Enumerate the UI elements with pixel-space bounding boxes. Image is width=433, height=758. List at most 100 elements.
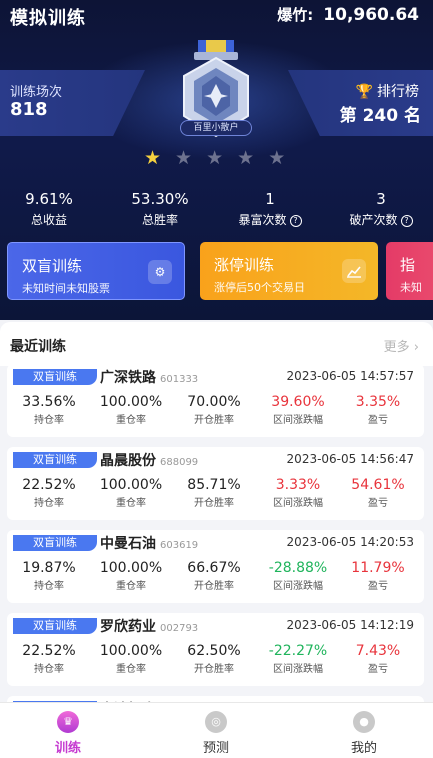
metric-label: 重仓率 — [116, 415, 146, 426]
mode-title: 指 — [400, 256, 416, 274]
stock-name: 中曼石油 — [100, 536, 156, 552]
firecracker-label: 爆竹: — [277, 6, 314, 24]
metric-value: -22.27% — [268, 643, 328, 659]
metric: 62.50% 开仓胜率 — [175, 643, 253, 675]
metric: 100.00% 重仓率 — [92, 643, 170, 675]
recent-header: 最近训练 更多 › — [0, 322, 433, 366]
star-empty-icon: ★ — [268, 147, 286, 169]
training-record-card[interactable]: 双盲训练 广深铁路 601333 2023-06-05 14:57:57 33.56% 持… — [7, 364, 424, 437]
user-icon: ● — [353, 711, 375, 733]
metric-value: 100.00% — [99, 477, 163, 493]
metric-label: 盈亏 — [368, 664, 388, 675]
metric-label: 区间涨跌幅 — [273, 664, 323, 675]
metric: 100.00% 重仓率 — [92, 477, 170, 509]
firecracker-value: 10,960.64 — [323, 5, 419, 25]
compass-icon: ◎ — [205, 711, 227, 733]
metric-label: 盈亏 — [368, 581, 388, 592]
training-time: 2023-06-05 14:20:53 — [286, 535, 414, 549]
blind-training-card[interactable]: 双盲训练 未知时间未知股票 ⚙ — [7, 242, 185, 300]
trophy-icon: 🏆 — [355, 84, 373, 100]
metric: 66.67% 开仓胜率 — [175, 560, 253, 592]
tab-label: 预测 — [202, 741, 229, 756]
stock-code: 601333 — [160, 374, 199, 385]
stat-label: 总胜率 — [141, 213, 178, 227]
stock-name: 广深铁路 — [100, 370, 156, 386]
metric: 11.79% 盈亏 — [339, 560, 417, 592]
stock-name-row: 罗欣药业 002793 — [100, 616, 198, 636]
metric-value: 11.79% — [351, 560, 405, 576]
metric: -28.88% 区间涨跌幅 — [259, 560, 337, 592]
stock-name: 罗欣药业 — [100, 619, 156, 635]
metric-label: 持仓率 — [34, 664, 64, 675]
metric-value: 100.00% — [99, 560, 163, 576]
metric-value: 62.50% — [187, 643, 241, 659]
recent-title: 最近训练 — [10, 339, 66, 355]
metric-value: 85.71% — [187, 477, 241, 493]
star-rating: ★ ★ ★ ★ ★ — [144, 148, 285, 168]
metric: -22.27% 区间涨跌幅 — [259, 643, 337, 675]
help-icon[interactable]: ? — [289, 215, 302, 227]
stat-label: 暴富次数 — [238, 213, 287, 227]
star-empty-icon: ★ — [237, 147, 255, 169]
stock-name: 晶晨股份 — [100, 453, 156, 469]
star-filled-icon: ★ — [144, 147, 162, 169]
stat-label: 总收益 — [30, 213, 67, 227]
training-record-card[interactable]: 双盲训练 晶晨股份 688099 2023-06-05 14:56:47 22.52% 持… — [7, 447, 424, 520]
metric: 22.52% 持仓率 — [10, 477, 88, 509]
tab-training[interactable]: ♛ 训练 — [28, 711, 108, 756]
training-time: 2023-06-05 14:57:57 — [286, 369, 414, 383]
stat-label: 破产次数 — [349, 213, 398, 227]
metric-label: 区间涨跌幅 — [273, 581, 323, 592]
chevron-right-icon: › — [413, 340, 419, 355]
metric-label: 持仓率 — [34, 498, 64, 509]
mode-tag: 双盲训练 — [13, 369, 97, 385]
ranking-value: 第 240 名 — [339, 106, 421, 126]
sessions-label: 训练场次 — [10, 85, 63, 100]
metric: 54.61% 盈亏 — [339, 477, 417, 509]
stats-row: 9.61% 总收益 53.30% 总胜率 1 暴富次数? 3 破产次数? — [0, 190, 433, 230]
metric-label: 开仓胜率 — [194, 664, 234, 675]
metric: 70.00% 开仓胜率 — [175, 394, 253, 426]
stat-value: 3 — [376, 190, 386, 208]
training-record-card[interactable]: 双盲训练 罗欣药业 002793 2023-06-05 14:12:19 22.52% 持… — [7, 613, 424, 686]
ranking-link[interactable]: 🏆 排行榜 — [356, 81, 419, 101]
metric-label: 盈亏 — [368, 498, 388, 509]
more-link[interactable]: 更多 › — [384, 336, 419, 355]
top-bar: 模拟训练 爆竹: 10,960.64 — [0, 0, 433, 32]
metric-value: 22.52% — [22, 477, 76, 493]
metric-value: 54.61% — [351, 477, 405, 493]
limit-up-training-card[interactable]: 涨停训练 涨停后50个交易日 — [200, 242, 378, 300]
metric-label: 区间涨跌幅 — [273, 415, 323, 426]
metric: 22.52% 持仓率 — [10, 643, 88, 675]
metric-label: 区间涨跌幅 — [273, 498, 323, 509]
firecracker-balance: 爆竹: 10,960.64 — [277, 4, 419, 25]
metric-value: 39.60% — [271, 394, 325, 410]
stat-rich-count: 1 暴富次数? — [225, 190, 315, 228]
stat-bankrupt-count: 3 破产次数? — [336, 190, 426, 228]
metric-value: 66.67% — [187, 560, 241, 576]
mode-tag: 双盲训练 — [13, 618, 97, 634]
stock-name-row: 广深铁路 601333 — [100, 367, 198, 387]
mode-subtitle: 未知 — [400, 281, 422, 294]
stock-name-row: 晶晨股份 688099 — [100, 450, 198, 470]
bottom-tab-bar: ♛ 训练 ◎ 预测 ● 我的 — [0, 702, 433, 758]
tab-predict[interactable]: ◎ 预测 — [176, 711, 256, 756]
level-medal[interactable]: 百里小散户 — [176, 40, 256, 140]
metric-value: -28.88% — [268, 560, 328, 576]
tab-mine[interactable]: ● 我的 — [324, 711, 404, 756]
stock-name-row: 中曼石油 603619 — [100, 533, 198, 553]
tab-label: 我的 — [350, 741, 377, 756]
index-training-card[interactable]: 指 未知 — [386, 242, 433, 300]
mode-tag: 双盲训练 — [13, 535, 97, 551]
help-icon[interactable]: ? — [400, 215, 413, 227]
star-empty-icon: ★ — [175, 147, 193, 169]
metric: 3.33% 区间涨跌幅 — [259, 477, 337, 509]
metric: 85.71% 开仓胜率 — [175, 477, 253, 509]
recent-training-panel: 最近训练 更多 › 双盲训练 广深铁路 601333 2023-06-05 14:57… — [0, 322, 433, 702]
training-record-card[interactable]: 双盲训练 中曼石油 603619 2023-06-05 14:20:53 19.87% 持… — [7, 530, 424, 603]
stat-value: 1 — [265, 190, 275, 208]
stat-value: 53.30% — [131, 190, 189, 208]
mode-tag: 双盲训练 — [13, 452, 97, 468]
metric-value: 70.00% — [187, 394, 241, 410]
metric-value: 100.00% — [99, 643, 163, 659]
